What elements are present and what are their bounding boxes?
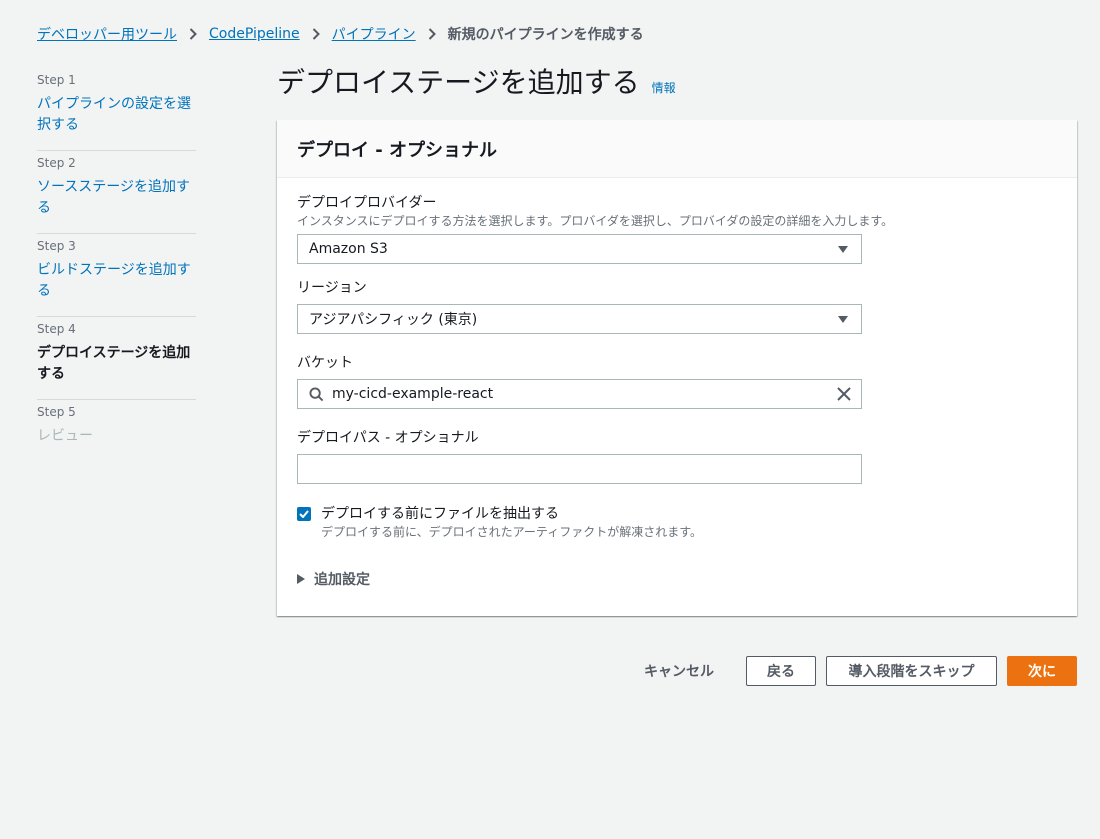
chevron-right-icon [416, 28, 448, 40]
step-current-deploy-stage: デプロイステージを追加する [37, 345, 191, 382]
next-button[interactable]: 次に [1007, 656, 1077, 686]
step-link-build-stage[interactable]: ビルドステージを追加する [37, 260, 196, 302]
region-value: アジアパシフィック (東京) [309, 312, 478, 328]
additional-settings-expander[interactable]: 追加設定 [297, 569, 370, 589]
provider-description: インスタンスにデプロイする方法を選択します。プロバイダを選択し、プロバイダの設定… [297, 214, 894, 228]
caret-down-icon [838, 315, 848, 323]
extract-files-checkbox[interactable] [297, 507, 311, 521]
skip-deploy-stage-button[interactable]: 導入段階をスキップ [826, 656, 997, 686]
back-button[interactable]: 戻る [746, 656, 816, 686]
wizard-step-1: Step 1 パイプラインの設定を選択する [37, 68, 196, 151]
step-number: Step 2 [37, 156, 76, 170]
step-link-pipeline-settings[interactable]: パイプラインの設定を選択する [37, 94, 196, 136]
search-icon [309, 386, 324, 402]
deploy-provider-value: Amazon S3 [309, 241, 388, 257]
panel-header: デプロイ - オプショナル [277, 120, 1077, 178]
extract-files-description: デプロイする前に、デプロイされたアーティファクトが解凍されます。 [321, 525, 703, 539]
check-icon [299, 510, 309, 518]
breadcrumb: デベロッパー用ツール CodePipeline パイプライン 新規のパイプライン… [37, 24, 644, 44]
info-link[interactable]: 情報 [652, 79, 676, 96]
step-number: Step 5 [37, 405, 76, 419]
bucket-value: my-cicd-example-react [332, 386, 494, 402]
step-number: Step 3 [37, 239, 76, 253]
provider-label: デプロイプロバイダー [297, 195, 437, 211]
additional-settings-label: 追加設定 [314, 572, 370, 588]
wizard-step-5: Step 5 レビュー [37, 400, 196, 483]
page-title: デプロイステージを追加する [277, 66, 640, 99]
chevron-right-icon [177, 28, 209, 40]
breadcrumb-developer-tools[interactable]: デベロッパー用ツール [37, 24, 177, 44]
region-select[interactable]: アジアパシフィック (東京) [297, 304, 862, 334]
deploy-path-input[interactable] [297, 454, 862, 484]
deploy-provider-select[interactable]: Amazon S3 [297, 234, 862, 264]
bucket-label: バケット [297, 355, 353, 371]
wizard-step-4: Step 4 デプロイステージを追加する [37, 317, 196, 400]
wizard-step-3: Step 3 ビルドステージを追加する [37, 234, 196, 317]
step-number: Step 4 [37, 322, 76, 336]
step-number: Step 1 [37, 73, 76, 87]
region-label: リージョン [297, 280, 367, 296]
cancel-button[interactable]: キャンセル [628, 656, 730, 686]
caret-right-icon [297, 574, 305, 584]
step-link-source-stage[interactable]: ソースステージを追加する [37, 177, 196, 219]
panel-title: デプロイ - オプショナル [297, 139, 498, 161]
caret-down-icon [838, 245, 848, 253]
close-icon[interactable] [837, 387, 851, 401]
breadcrumb-codepipeline[interactable]: CodePipeline [209, 26, 300, 42]
extract-files-label[interactable]: デプロイする前にファイルを抽出する [321, 504, 559, 524]
deploy-panel: デプロイ - オプショナル デプロイプロバイダー インスタンスにデプロイする方法… [277, 120, 1077, 616]
deploy-path-label: デプロイパス - オプショナル [297, 430, 479, 446]
breadcrumb-current: 新規のパイプラインを作成する [447, 27, 644, 43]
bucket-search-input[interactable]: my-cicd-example-react [297, 379, 862, 409]
wizard-step-2: Step 2 ソースステージを追加する [37, 151, 196, 234]
wizard-steps: Step 1 パイプラインの設定を選択する Step 2 ソースステージを追加す… [37, 68, 196, 483]
breadcrumb-pipelines[interactable]: パイプライン [332, 24, 416, 44]
page-header: デプロイステージを追加する 情報 [277, 63, 676, 103]
step-review: レビュー [37, 428, 93, 444]
chevron-right-icon [300, 28, 332, 40]
